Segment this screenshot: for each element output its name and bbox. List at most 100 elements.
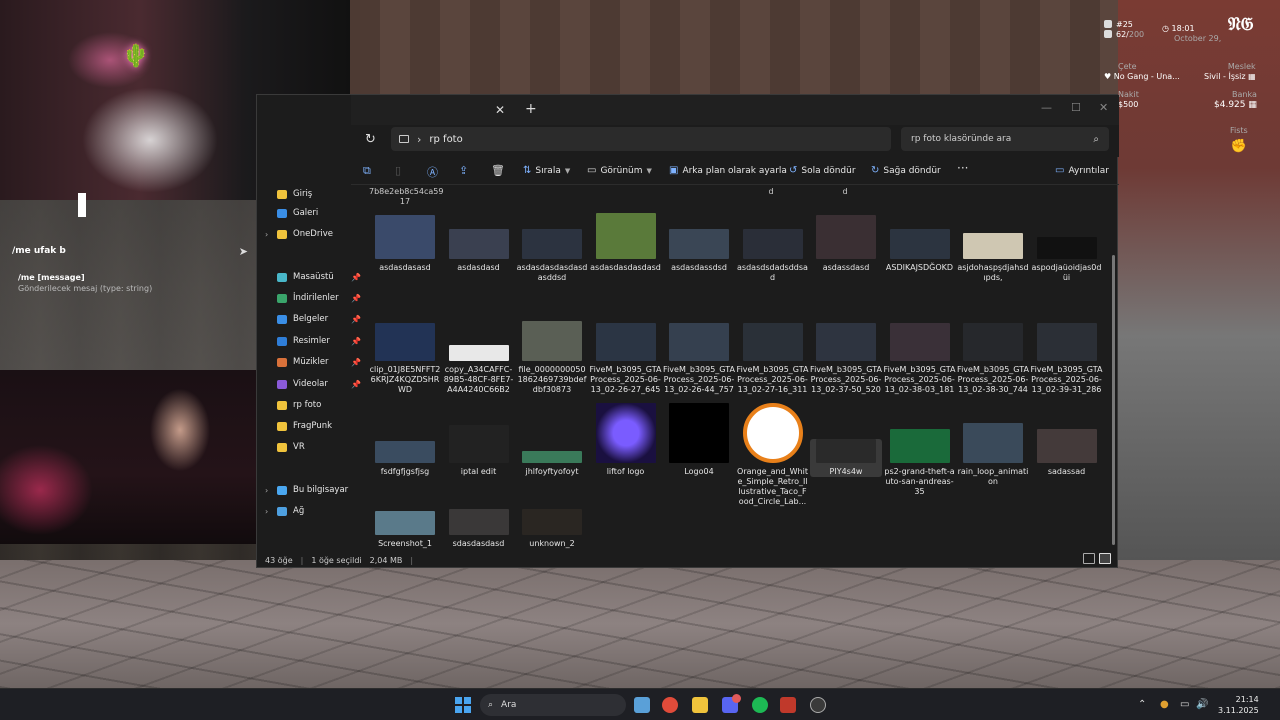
chevron-right-icon[interactable]: ›	[265, 230, 268, 239]
file-tile[interactable]: unknown_2	[516, 509, 588, 549]
refresh-icon[interactable]: ↻	[365, 132, 376, 147]
file-explorer-window[interactable]: ✕ + — ☐ ✕ ↻ › rp foto rp foto klasöründe…	[256, 94, 1119, 568]
nav-item-pictures[interactable]: Resimler 📌	[277, 332, 361, 350]
chat-input[interactable]: /me ufak b ➤	[12, 240, 248, 262]
pin-icon[interactable]: 📌	[351, 337, 361, 346]
nav-item-downloads[interactable]: İndirilenler 📌	[277, 289, 361, 307]
details-view-icon[interactable]	[1083, 553, 1095, 564]
close-window-icon[interactable]: ✕	[1099, 101, 1108, 114]
thumbnail-view-icon[interactable]	[1099, 553, 1111, 564]
file-tile[interactable]: clip_01J8E5NFFT26KRJZ4KQZDSHRWD	[369, 323, 441, 395]
file-explorer-icon[interactable]	[692, 697, 708, 713]
maximize-icon[interactable]: ☐	[1071, 101, 1081, 114]
pin-icon[interactable]: 📌	[351, 358, 361, 367]
steam-icon[interactable]	[810, 697, 826, 713]
file-tile[interactable]: Logo04	[663, 403, 735, 477]
nav-item-documents[interactable]: Belgeler 📌	[277, 310, 361, 328]
title-bar[interactable]: ✕ + — ☐ ✕	[351, 95, 1119, 125]
nav-item-desktop[interactable]: Masaüstü 📌	[277, 268, 361, 286]
minimize-icon[interactable]: —	[1041, 101, 1052, 114]
network-status-icon[interactable]: ▭	[1180, 699, 1189, 710]
chevron-right-icon[interactable]: ›	[265, 507, 268, 516]
nav-item-fragpunk[interactable]: FragPunk	[277, 417, 361, 435]
file-tile[interactable]: FiveM_b3095_GTAProcess_2025-06-13_02-26-…	[590, 323, 662, 395]
address-bar[interactable]: › rp foto	[391, 127, 891, 151]
nav-item-videos[interactable]: Videolar 📌	[277, 375, 361, 393]
file-tile[interactable]: iptal edit	[443, 425, 515, 477]
taskbar-search[interactable]: ⌕ Ara	[480, 694, 626, 716]
nav-item-vr[interactable]: VR	[277, 438, 361, 456]
file-tile[interactable]: FiveM_b3095_GTAProcess_2025-06-13_02-38-…	[957, 323, 1029, 395]
file-tile[interactable]: copy_A34CAFFC-89B5-48CF-8FE7-A4A4240C66B…	[443, 345, 515, 395]
pin-icon[interactable]: 📌	[351, 294, 361, 303]
nav-item-network[interactable]: › Ağ	[265, 502, 361, 520]
file-tile[interactable]: ps2-grand-theft-auto-san-andreas-35	[884, 429, 956, 497]
chevron-right-icon[interactable]: ›	[265, 486, 268, 495]
share-icon[interactable]: ⇪	[459, 164, 468, 177]
file-tile[interactable]: sadassad	[1031, 429, 1103, 477]
more-options-icon[interactable]: ···	[957, 161, 968, 175]
rename-icon[interactable]: Ⓐ	[427, 164, 438, 180]
details-button[interactable]: ▭ Ayrıntılar	[1055, 165, 1109, 176]
file-tile[interactable]: FiveM_b3095_GTAProcess_2025-06-13_02-27-…	[737, 323, 809, 395]
nav-item-gallery[interactable]: Galeri	[277, 204, 361, 222]
file-tile[interactable]: ASDIKAJSDĞOKD	[884, 229, 956, 273]
rotate-left-button[interactable]: ↺ Sola döndür	[789, 165, 856, 176]
spotify-icon[interactable]	[752, 697, 768, 713]
vertical-scrollbar[interactable]	[1112, 255, 1115, 545]
nav-item-rp-foto[interactable]: rp foto	[277, 396, 361, 414]
set-background-button[interactable]: ▣ Arka plan olarak ayarla	[669, 165, 787, 176]
file-tile[interactable]: FiveM_b3095_GTAProcess_2025-06-13_02-39-…	[1031, 323, 1103, 395]
file-tile[interactable]: FiveM_b3095_GTAProcess_2025-06-13_02-37-…	[810, 323, 882, 395]
file-tile[interactable]: FiveM_b3095_GTAProcess_2025-06-13_02-26-…	[663, 323, 735, 395]
sort-button[interactable]: ⇅ Sırala ▼	[523, 165, 570, 176]
file-tile[interactable]: rain_loop_animation	[957, 423, 1029, 487]
nav-item-home[interactable]: Giriş	[277, 185, 361, 203]
view-button[interactable]: ▭ Görünüm ▼	[587, 165, 652, 176]
nav-item-music[interactable]: Müzikler 📌	[277, 353, 361, 371]
file-tile[interactable]: Orange_and_White_Simple_Retro_Illustrati…	[737, 403, 809, 507]
pin-icon[interactable]: 📌	[351, 380, 361, 389]
file-tile[interactable]: asjdohaspşdjahsdıpds,	[957, 233, 1029, 283]
search-input[interactable]: rp foto klasöründe ara ⌕	[901, 127, 1109, 151]
send-icon[interactable]: ➤	[239, 245, 248, 258]
volume-icon[interactable]: 🔊	[1196, 699, 1208, 710]
file-tile[interactable]: PIY4s4w	[810, 439, 882, 477]
taskbar-clock[interactable]: 21:14 3.11.2025	[1218, 694, 1259, 716]
chat-input-text[interactable]: /me ufak b	[12, 246, 66, 256]
file-tile[interactable]: FiveM_b3095_GTAProcess_2025-06-13_02-38-…	[884, 323, 956, 395]
file-tile[interactable]: liftof logo	[590, 403, 662, 477]
file-tile[interactable]: asdasdassdsd	[663, 229, 735, 273]
file-tile[interactable]: asdasdsdadsddsad	[737, 229, 809, 283]
microphone-icon[interactable]: ●	[1160, 699, 1169, 710]
file-tile[interactable]: asdassdasd	[810, 215, 882, 273]
photos-app-icon[interactable]	[634, 697, 650, 713]
discord-icon[interactable]	[722, 694, 741, 713]
file-tile[interactable]: jhlfoyftyofoyt	[516, 451, 588, 477]
windows-start-icon[interactable]	[455, 697, 471, 713]
delete-icon[interactable]: 🗑	[491, 164, 505, 177]
rotate-right-button[interactable]: ↻ Sağa döndür	[871, 165, 941, 176]
voicemod-icon[interactable]	[780, 697, 796, 713]
file-tile[interactable]: aspodjaüoidjas0düi	[1031, 237, 1103, 283]
address-path[interactable]: rp foto	[429, 134, 462, 145]
file-tile[interactable]: asdasdasd	[443, 229, 515, 273]
file-tile[interactable]: sdasdasdasd	[443, 509, 515, 549]
file-tile[interactable]: file_00000000501862469739bdefdbf30873	[516, 321, 588, 395]
new-icon[interactable]: ⧉	[363, 164, 371, 178]
chrome-icon[interactable]	[662, 697, 678, 713]
chevron-right-icon[interactable]: ›	[417, 133, 421, 146]
new-tab-icon[interactable]: +	[525, 101, 537, 117]
pin-icon[interactable]: 📌	[351, 315, 361, 324]
nav-item-onedrive[interactable]: › OneDrive	[265, 225, 361, 243]
file-tile[interactable]: asdasdasdasdasd	[590, 213, 662, 273]
search-icon[interactable]: ⌕	[1093, 134, 1099, 145]
file-tile[interactable]: fsdfgfjgsfjsg	[369, 441, 441, 477]
file-tile[interactable]: asdasdasasd	[369, 215, 441, 273]
pin-icon[interactable]: 📌	[351, 273, 361, 282]
tab-close-icon[interactable]: ✕	[495, 103, 505, 117]
file-tile[interactable]: asdasdasdasdasdasddsd	[516, 229, 588, 283]
file-tile[interactable]: Screenshot_1	[369, 511, 441, 549]
nav-item-this-pc[interactable]: › Bu bilgisayar	[265, 481, 361, 499]
chevron-up-icon[interactable]: ⌃	[1138, 699, 1146, 710]
